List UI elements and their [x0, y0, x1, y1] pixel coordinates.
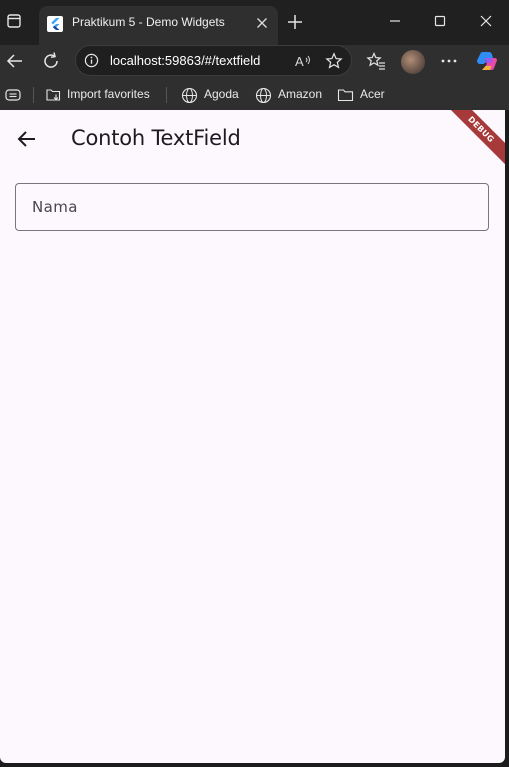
tab-title: Praktikum 5 - Demo Widgets: [72, 15, 225, 29]
favorites-separator: [166, 87, 167, 103]
favorite-label: Agoda: [204, 87, 239, 101]
read-aloud-icon[interactable]: A: [294, 53, 312, 69]
profile-avatar[interactable]: [401, 50, 425, 74]
browser-tab-active[interactable]: Praktikum 5 - Demo Widgets: [39, 6, 278, 45]
refresh-icon[interactable]: [41, 51, 61, 71]
favorites-bar: Import favorites Agoda Amazon Acer: [0, 79, 509, 110]
tab-actions-icon[interactable]: [7, 14, 21, 28]
globe-icon: [181, 87, 198, 104]
favorite-acer[interactable]: Acer: [337, 86, 387, 104]
back-arrow-icon[interactable]: [13, 126, 39, 152]
favorite-label: Acer: [360, 87, 385, 101]
back-icon[interactable]: [5, 51, 25, 71]
favorite-import-favorites[interactable]: Import favorites: [45, 86, 155, 104]
svg-text:A: A: [295, 54, 304, 69]
site-info-icon[interactable]: [84, 53, 99, 68]
close-tab-icon[interactable]: [256, 17, 268, 29]
address-bar[interactable]: localhost:59863/#/textfield A: [75, 45, 352, 76]
name-textfield[interactable]: [15, 183, 489, 231]
new-tab-icon[interactable]: [286, 13, 304, 31]
favorite-label: Amazon: [278, 87, 323, 101]
flutter-icon: [47, 16, 63, 32]
globe-icon: [255, 87, 272, 104]
folder-icon: [337, 89, 354, 102]
import-icon: [46, 89, 61, 101]
app-bar: Contoh TextField: [0, 110, 505, 166]
address-url: localhost:59863/#/textfield: [110, 53, 261, 68]
favorites-separator: [33, 87, 34, 103]
page-viewport: Contoh TextField DEBUG: [0, 110, 505, 763]
maximize-icon[interactable]: [432, 13, 448, 29]
favorite-amazon[interactable]: Amazon: [255, 86, 327, 104]
tab-strip: Praktikum 5 - Demo Widgets: [0, 0, 509, 45]
favorites-icon[interactable]: [366, 51, 386, 71]
close-window-icon[interactable]: [478, 13, 494, 29]
favorite-label: Import favorites: [67, 87, 150, 101]
name-input[interactable]: [16, 184, 488, 230]
more-options-icon[interactable]: [439, 51, 459, 71]
browser-window: Praktikum 5 - Demo Widgets localhost:598…: [0, 0, 509, 767]
copilot-icon[interactable]: [476, 50, 498, 72]
navigation-bar: localhost:59863/#/textfield A: [0, 45, 509, 79]
minimize-icon[interactable]: [387, 13, 403, 29]
favorite-agoda[interactable]: Agoda: [181, 86, 243, 104]
collections-icon[interactable]: [5, 88, 21, 102]
page-title: Contoh TextField: [71, 126, 241, 150]
favorite-star-icon[interactable]: [325, 52, 343, 70]
